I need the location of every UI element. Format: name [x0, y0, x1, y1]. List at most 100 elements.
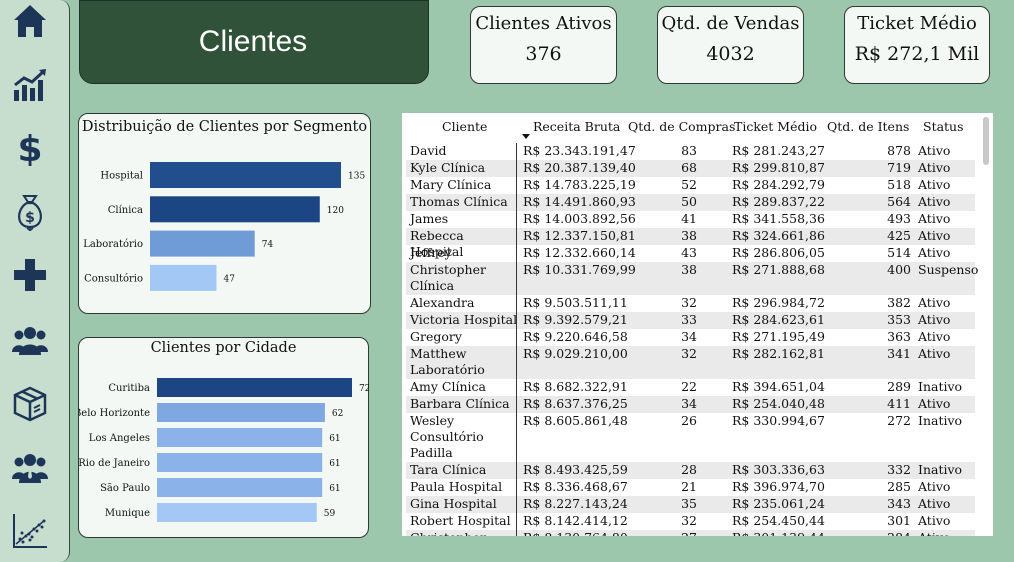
table-row[interactable]: Barbara Clínica R$ 8.637.376,25 34 R$ 254.0…	[406, 396, 975, 413]
cell-cliente: Paula Hospital	[410, 479, 503, 494]
cell-cliente: Amy Clínica	[410, 379, 486, 394]
table-row[interactable]: Victoria Hospital R$ 9.392.579,21 33 R$ 284…	[406, 312, 975, 329]
table-row[interactable]: Jeffrey LaboratórioR$ 12.332.660,1443R$ …	[406, 245, 975, 276]
table-scrollbar[interactable]	[983, 117, 989, 165]
table-row[interactable]: Matthew Laboratório R$ 9.029.210,00 32 R$ 2…	[406, 346, 975, 379]
cell-cliente: Tara Clínica	[410, 462, 487, 477]
sort-desc-icon[interactable]	[522, 134, 530, 139]
table-row[interactable]: Wesley Consultório Padilla R$ 8.605.861,4…	[406, 413, 975, 462]
cell-cliente: Gina Hospital	[410, 496, 497, 511]
table-row[interactable]: James LaboratórioR$ 14.003.892,5641R$ 34…	[406, 211, 975, 242]
table-row[interactable]: Kyle Clínica R$ 20.387.139,40 68 R$ 299.810…	[406, 160, 975, 177]
line-chart-icon[interactable]	[11, 66, 49, 104]
table-row[interactable]: Gina Hospital R$ 8.227.143,24 35 R$ 235.061…	[406, 496, 975, 513]
col-header-receita[interactable]: Receita Bruta	[533, 119, 620, 134]
cell-qtd-itens: 518	[887, 177, 911, 192]
bar[interactable]	[157, 428, 323, 447]
cell-cliente: Thomas Clínica	[410, 194, 508, 209]
box-icon[interactable]	[11, 385, 49, 423]
table-row[interactable]: Gregory HospitalR$ 9.220.646,5834R$ 271.…	[406, 329, 975, 360]
bar[interactable]	[157, 503, 317, 522]
cell-qtd-compras: 28	[681, 462, 697, 477]
cell-ticket: R$ 281.243,27	[732, 143, 825, 158]
chart-city-svg: Curitiba 72 Belo Horizonte 62 Los Angeles 61 R…	[79, 378, 369, 522]
home-icon[interactable]	[11, 2, 49, 40]
table-row[interactable]: Christopher R$ 8.130.764,8027 R$ 301.139,4…	[406, 530, 975, 536]
users-icon[interactable]	[11, 322, 49, 360]
table-row[interactable]: Christopher Clínica R$ 10.331.769,99 38 R$ …	[406, 262, 978, 295]
plus-icon[interactable]	[11, 256, 49, 294]
bar[interactable]	[157, 403, 325, 422]
category-label: São Paulo	[100, 483, 150, 494]
bar[interactable]	[157, 453, 323, 472]
cell-receita: R$ 9.503.511,11	[523, 295, 628, 310]
dollar-icon[interactable]: $	[11, 128, 49, 166]
col-header-status[interactable]: Status	[923, 119, 964, 134]
svg-text:$: $	[25, 210, 35, 226]
table-row[interactable]: Rebecca Hospital R$ 12.337.150,81 38 R$ 324…	[406, 228, 975, 259]
kpi-label: Ticket Médio	[857, 13, 977, 34]
cell-ticket: R$ 296.984,72	[732, 295, 825, 310]
cell-cliente: Victoria Hospital	[410, 312, 518, 327]
bar[interactable]	[150, 196, 320, 223]
table-row[interactable]: Tara Clínica R$ 8.493.425,59 28 R$ 303.336,…	[406, 462, 975, 479]
team-icon[interactable]	[11, 450, 49, 488]
cell-qtd-itens: 719	[887, 160, 911, 175]
cell-qtd-itens: 382	[887, 295, 911, 310]
kpi-card-ticket-medio: Ticket Médio R$ 272,1 Mil	[844, 6, 990, 84]
table-row[interactable]: Alexandra ClínicaR$ 9.503.511,1132R$ 296…	[406, 295, 975, 326]
cell-qtd-compras: 26	[681, 413, 697, 428]
cell-qtd-itens: 353	[887, 312, 911, 327]
table-row[interactable]: Mary Clínica R$ 14.783.225,19 52 R$ 284.292…	[406, 177, 975, 194]
col-header-ticket[interactable]: Ticket Médio	[734, 119, 817, 134]
table-row[interactable]: David LaboratórioR$ 23.343.191,4783R$ 28…	[406, 143, 975, 174]
category-label: Belo Horizonte	[79, 408, 150, 419]
cell-qtd-itens: 878	[887, 143, 911, 158]
page-title-box: Clientes	[79, 0, 429, 84]
table-row[interactable]: Thomas Clínica R$ 14.491.860,93 50 R$ 289.8…	[406, 194, 975, 211]
cell-receita: R$ 9.220.646,58	[523, 329, 628, 344]
col-header-qtd-itens[interactable]: Qtd. de Itens	[827, 119, 909, 134]
bar[interactable]	[150, 264, 217, 291]
cell-qtd-compras: 38	[681, 262, 697, 277]
data-label: 47	[223, 274, 235, 284]
cell-status: Ativo	[918, 194, 951, 209]
chart-title: Distribuição de Clientes por Segmento	[81, 119, 368, 135]
category-label: Consultório	[84, 273, 143, 284]
kpi-value: 4032	[706, 43, 755, 65]
money-bag-icon[interactable]: $	[11, 193, 49, 231]
cell-status: Inativo	[918, 462, 963, 477]
cell-qtd-itens: 363	[887, 329, 911, 344]
cell-qtd-compras: 52	[681, 177, 697, 192]
table-row[interactable]: Paula Hospital R$ 8.336.468,67 21 R$ 396.97…	[406, 479, 975, 496]
table-row[interactable]: Amy Clínica R$ 8.682.322,91 22 R$ 394.651,0…	[406, 379, 975, 396]
cell-receita: R$ 14.491.860,93	[523, 194, 636, 209]
cell-qtd-itens: 284	[836, 530, 911, 536]
cell-qtd-compras: 33	[681, 312, 697, 327]
cell-cliente: Mary Clínica	[410, 177, 492, 192]
sidebar-nav: $ $	[0, 0, 70, 562]
bar[interactable]	[150, 230, 255, 257]
cell-status: Inativo	[918, 379, 963, 394]
data-label: 61	[329, 459, 340, 469]
cell-ticket: R$ 254.040,48	[732, 396, 825, 411]
cell-status: Ativo	[918, 346, 951, 361]
col-header-cliente[interactable]: Cliente	[442, 119, 487, 134]
cell-status: Ativo	[918, 177, 951, 192]
bar[interactable]	[157, 378, 352, 397]
chart-title: Clientes por Cidade	[150, 340, 297, 356]
cell-status: Ativo	[918, 530, 950, 536]
column-divider	[516, 143, 517, 536]
cell-ticket: R$ 394.651,04	[732, 379, 825, 394]
table-row[interactable]: Robert Hospital R$ 8.142.414,12 32 R$ 254.4…	[406, 513, 975, 530]
scatter-chart-icon[interactable]	[11, 512, 49, 550]
cell-status: Ativo	[918, 160, 951, 175]
col-header-qtd-compras[interactable]: Qtd. de Compras	[628, 119, 735, 134]
cell-ticket: R$ 289.837,22	[732, 194, 825, 209]
cell-qtd-compras: 35	[681, 496, 697, 511]
bar[interactable]	[157, 478, 323, 497]
category-label: Laboratório	[83, 239, 143, 250]
bar[interactable]	[150, 162, 341, 188]
cell-ticket: R$ 235.061,24	[732, 496, 825, 511]
cell-qtd-compras: 38	[681, 228, 697, 243]
